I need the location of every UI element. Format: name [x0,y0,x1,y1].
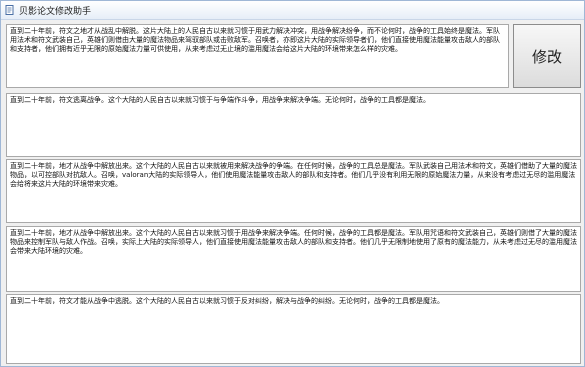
document-icon [5,5,14,15]
original-text-box[interactable]: 直到二十年前，符文之地才从战乱中解脱。这片大陆上的人民自古以来就习惯于用武力解决… [6,24,509,88]
app-window: 贝影论文修改助手 直到二十年前，符文之地才从战乱中解脱。这片大陆上的人民自古以来… [0,0,585,367]
window-title: 贝影论文修改助手 [19,6,92,17]
edit-button[interactable]: 修改 [513,24,581,88]
result-text-box-1[interactable]: 直到二十年前，符文逃离战争。这个大陆的人民自古以来就习惯于与争端作斗争，用战争来… [6,93,581,157]
result-text-box-3[interactable]: 直到二十年前，地才从战争中解放出来。这个大陆的人民自古以来就习惯于用战争来解决争… [6,226,581,292]
title-bar: 贝影论文修改助手 [1,1,584,20]
result-text-box-2[interactable]: 直到二十年前，地才从战争中解放出来。这个大陆的人民自古以来就被用来解决战争的争端… [6,159,581,223]
result-text-box-4[interactable]: 直到二十年前，符文才能从战争中逃脱。这个大陆的人民自古以来就习惯于反对纠纷，解决… [6,294,581,364]
